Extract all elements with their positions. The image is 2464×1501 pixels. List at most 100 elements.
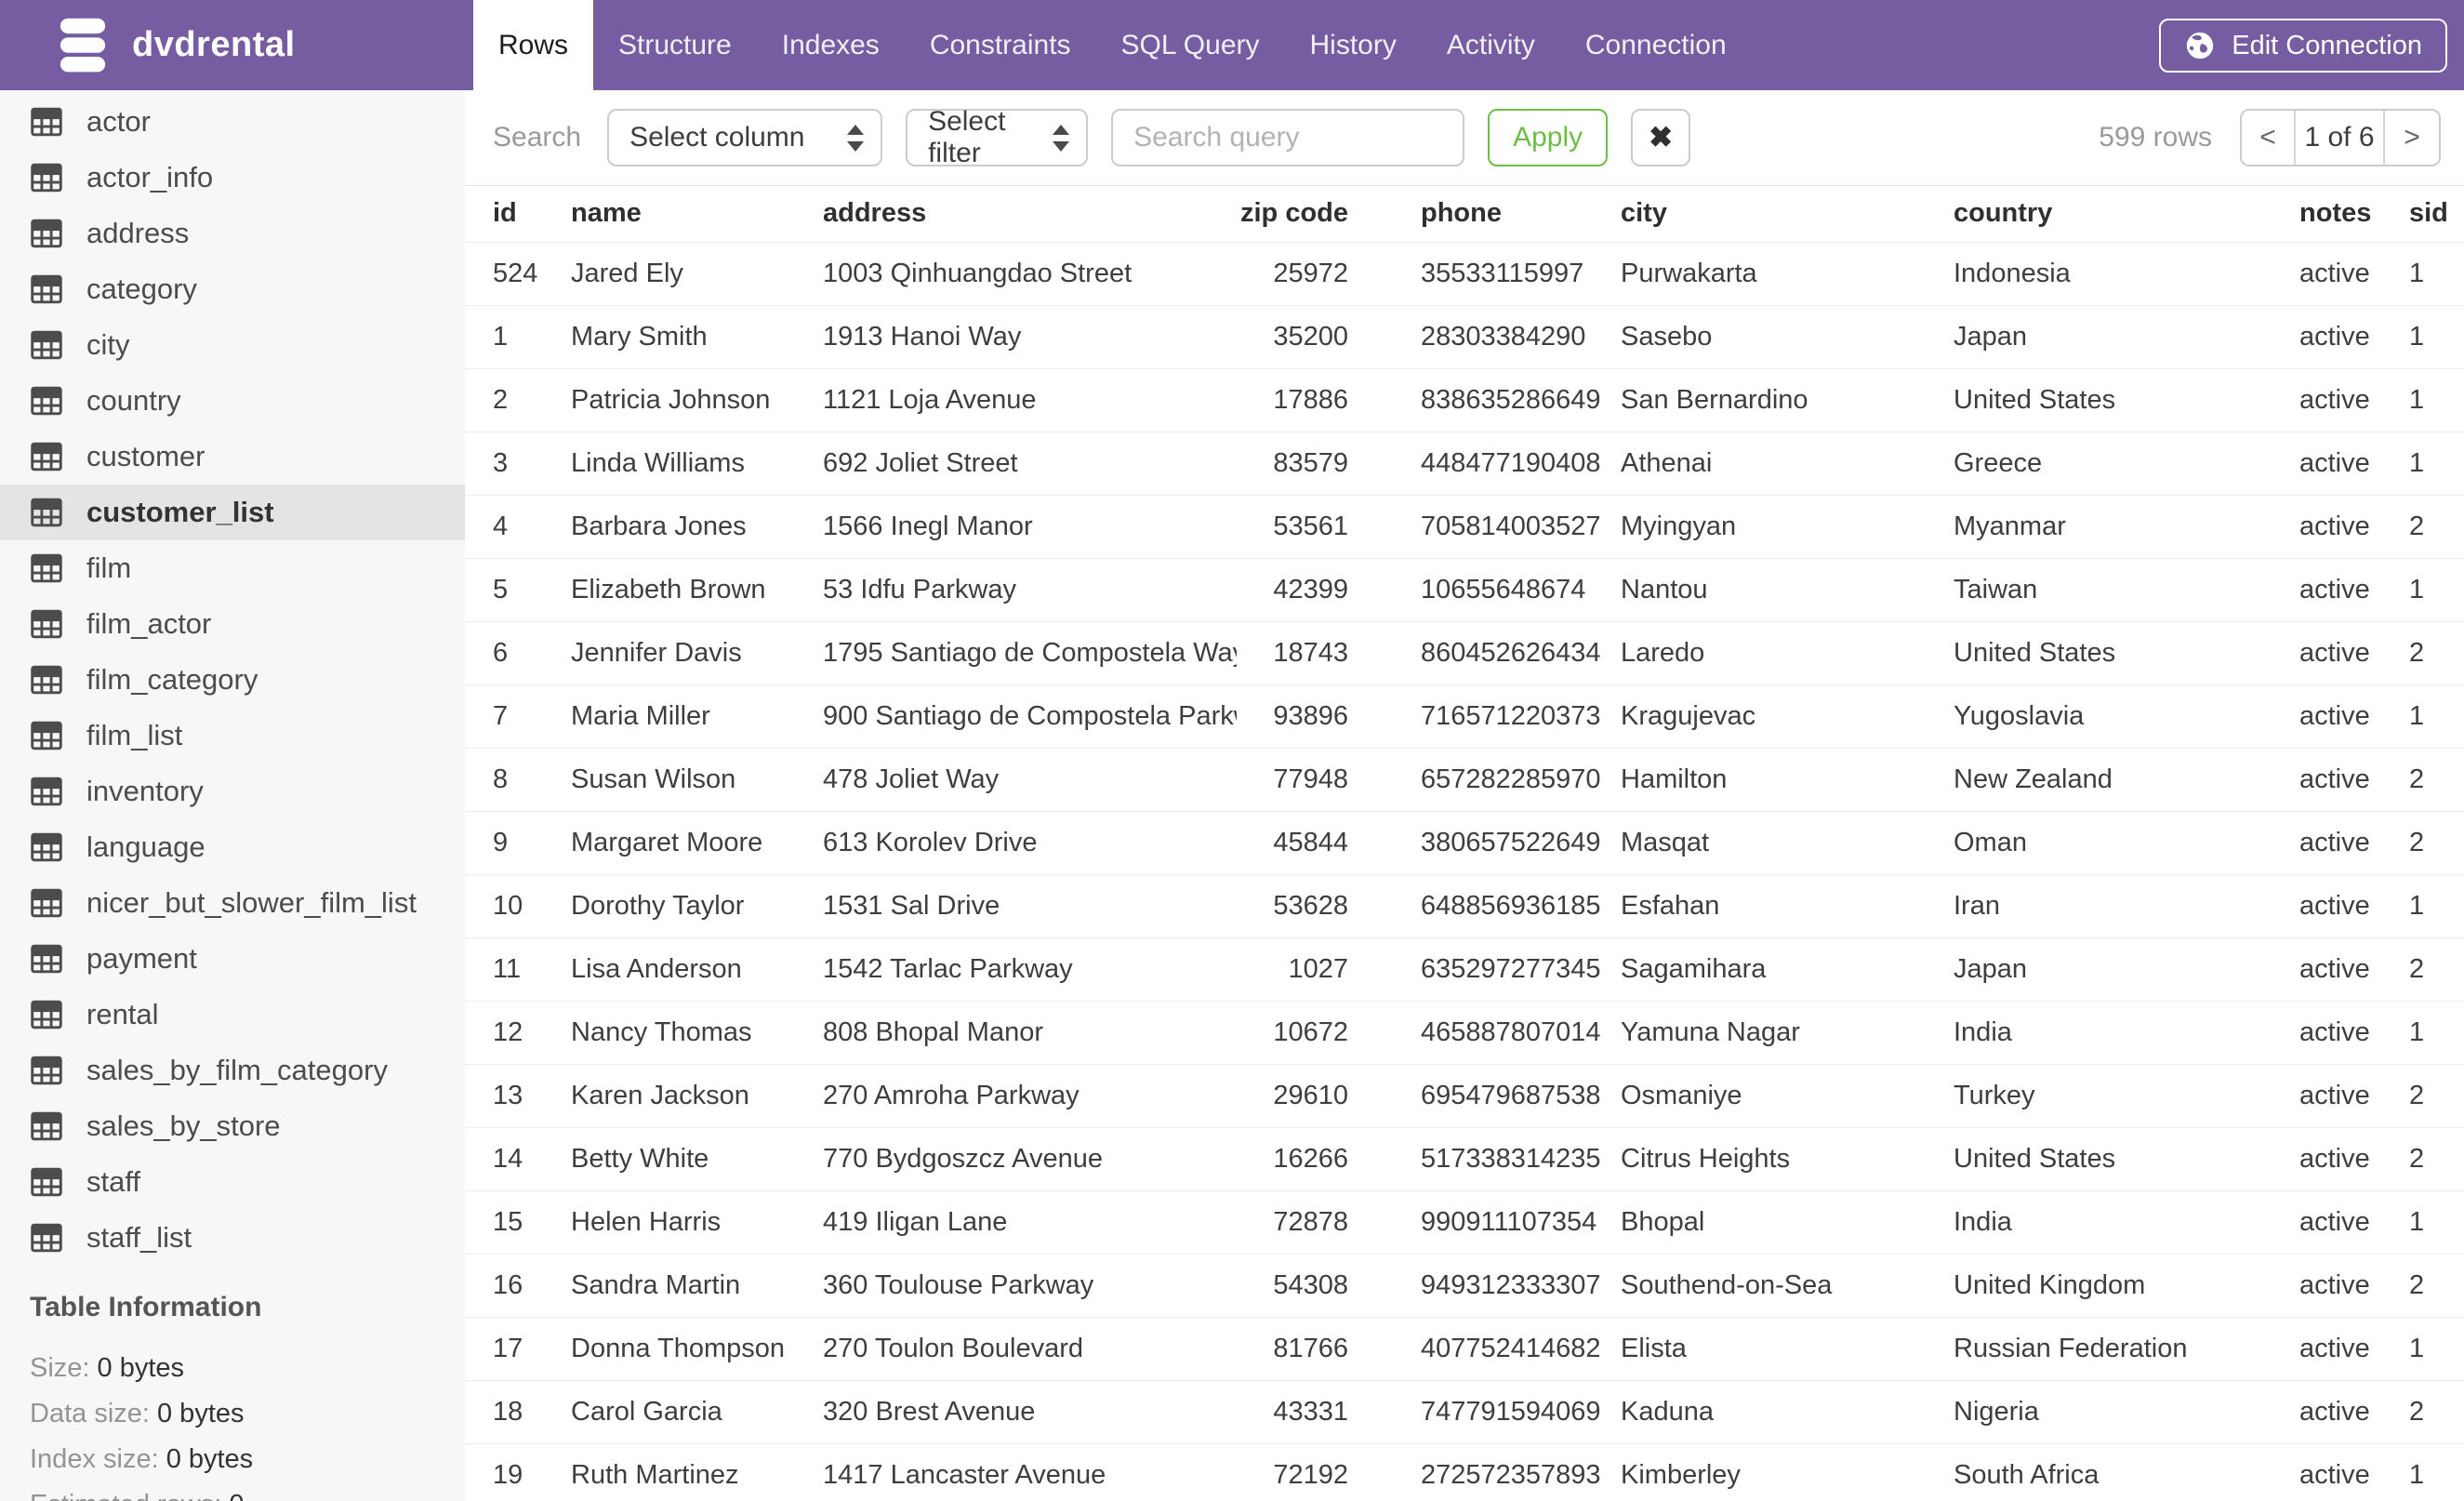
sidebar-item-film-list[interactable]: film_list — [0, 708, 465, 764]
cell-notes: active — [2298, 495, 2408, 559]
cell-name: Helen Harris — [570, 1190, 822, 1255]
sidebar-item-actor-info[interactable]: actor_info — [0, 150, 465, 206]
column-header-sid[interactable]: sid — [2408, 186, 2464, 243]
tab-sql-query[interactable]: SQL Query — [1096, 0, 1285, 90]
table-row[interactable]: 6 Jennifer Davis 1795 Santiago de Composte… — [465, 621, 2464, 685]
cell-zip-code: 72878 — [1237, 1190, 1420, 1255]
sidebar-item-nicer-but-slower-film-list[interactable]: nicer_but_slower_film_list — [0, 875, 465, 931]
table-icon — [31, 330, 62, 360]
table-row[interactable]: 13 Karen Jackson 270 Amroha Parkway 29610 69… — [465, 1064, 2464, 1128]
cell-phone: 407752414682 — [1420, 1317, 1620, 1381]
cell-city: Purwakarta — [1620, 242, 1953, 306]
table-row[interactable]: 14 Betty White 770 Bydgoszcz Avenue 16266 51… — [465, 1127, 2464, 1191]
sidebar-item-sales-by-store[interactable]: sales_by_store — [0, 1098, 465, 1154]
tab-rows[interactable]: Rows — [473, 0, 594, 90]
tab-history[interactable]: History — [1285, 0, 1422, 90]
column-header-country[interactable]: country — [1953, 186, 2298, 243]
cell-country: Nigeria — [1953, 1380, 2298, 1444]
cell-sid: 2 — [2408, 748, 2464, 812]
table-icon — [31, 219, 62, 248]
edit-connection-button[interactable]: Edit Connection — [2159, 19, 2447, 73]
cell-phone: 28303384290 — [1420, 305, 1620, 369]
sidebar-item-staff-list[interactable]: staff_list — [0, 1210, 465, 1266]
cell-address: 360 Toulouse Parkway — [822, 1254, 1237, 1318]
sidebar-item-country[interactable]: country — [0, 373, 465, 429]
cell-zip-code: 35200 — [1237, 305, 1420, 369]
cell-zip-code: 81766 — [1237, 1317, 1420, 1381]
table-row[interactable]: 7 Maria Miller 900 Santiago de Compostela … — [465, 684, 2464, 749]
cell-notes: active — [2298, 937, 2408, 1002]
cell-address: 900 Santiago de Compostela Parkway — [822, 684, 1237, 749]
cell-zip-code: 16266 — [1237, 1127, 1420, 1191]
cell-sid: 2 — [2408, 495, 2464, 559]
clear-filter-button[interactable]: ✖ — [1631, 109, 1691, 166]
column-select[interactable]: Select column — [607, 109, 883, 166]
table-row[interactable]: 4 Barbara Jones 1566 Inegl Manor 53561 70581… — [465, 495, 2464, 559]
database-name: dvdrental — [132, 25, 296, 64]
table-row[interactable]: 17 Donna Thompson 270 Toulon Boulevard 8176… — [465, 1317, 2464, 1381]
content-area: Search Select column Select filter Apply… — [465, 90, 2464, 1501]
tab-activity[interactable]: Activity — [1422, 0, 1560, 90]
table-row[interactable]: 8 Susan Wilson 478 Joliet Way 77948 65728228… — [465, 748, 2464, 812]
table-row[interactable]: 9 Margaret Moore 613 Korolev Drive 45844 380… — [465, 811, 2464, 875]
cell-zip-code: 83579 — [1237, 432, 1420, 496]
cell-phone: 272572357893 — [1420, 1443, 1620, 1501]
apply-button[interactable]: Apply — [1488, 109, 1609, 166]
table-row[interactable]: 12 Nancy Thomas 808 Bhopal Manor 10672 46588… — [465, 1001, 2464, 1065]
table-row[interactable]: 16 Sandra Martin 360 Toulouse Parkway 54308… — [465, 1254, 2464, 1318]
table-row[interactable]: 11 Lisa Anderson 1542 Tarlac Parkway 1027 63… — [465, 937, 2464, 1002]
cell-zip-code: 18743 — [1237, 621, 1420, 685]
table-row[interactable]: 18 Carol Garcia 320 Brest Avenue 43331 74779… — [465, 1380, 2464, 1444]
cell-city: Yamuna Nagar — [1620, 1001, 1953, 1065]
sidebar-item-category[interactable]: category — [0, 261, 465, 317]
sidebar-item-address[interactable]: address — [0, 206, 465, 261]
column-header-address[interactable]: address — [822, 186, 1237, 243]
column-header-phone[interactable]: phone — [1420, 186, 1620, 243]
sidebar-item-film-category[interactable]: film_category — [0, 652, 465, 708]
sidebar-item-label: city — [86, 328, 130, 361]
table-row[interactable]: 5 Elizabeth Brown 53 Idfu Parkway 42399 1065… — [465, 558, 2464, 622]
sidebar-item-customer-list[interactable]: customer_list — [0, 485, 465, 540]
prev-page-button[interactable]: < — [2242, 111, 2296, 165]
cell-notes: active — [2298, 748, 2408, 812]
sidebar-item-payment[interactable]: payment — [0, 931, 465, 987]
cell-address: 320 Brest Avenue — [822, 1380, 1237, 1444]
column-header-notes[interactable]: notes — [2298, 186, 2408, 243]
table-row[interactable]: 15 Helen Harris 419 Iligan Lane 72878 990911… — [465, 1190, 2464, 1255]
table-row[interactable]: 2 Patricia Johnson 1121 Loja Avenue 17886 83… — [465, 368, 2464, 432]
cell-sid: 1 — [2408, 242, 2464, 306]
cell-city: Sasebo — [1620, 305, 1953, 369]
column-header-id[interactable]: id — [465, 186, 570, 243]
cell-id: 6 — [465, 621, 570, 685]
column-header-zip-code[interactable]: zip code — [1237, 186, 1420, 243]
sidebar-item-label: rental — [86, 998, 159, 1030]
sidebar-item-actor[interactable]: actor — [0, 94, 465, 150]
sidebar-item-customer[interactable]: customer — [0, 429, 465, 485]
column-header-city[interactable]: city — [1620, 186, 1953, 243]
column-header-name[interactable]: name — [570, 186, 822, 243]
table-row[interactable]: 524 Jared Ely 1003 Qinhuangdao Street 25972… — [465, 242, 2464, 306]
tab-connection[interactable]: Connection — [1560, 0, 1752, 90]
search-query-input[interactable] — [1111, 109, 1465, 166]
sidebar-item-city[interactable]: city — [0, 317, 465, 373]
sidebar-item-language[interactable]: language — [0, 819, 465, 875]
next-page-button[interactable]: > — [2385, 111, 2439, 165]
sidebar-item-staff[interactable]: staff — [0, 1154, 465, 1210]
tab-constraints[interactable]: Constraints — [905, 0, 1096, 90]
sidebar-item-rental[interactable]: rental — [0, 987, 465, 1043]
cell-address: 270 Toulon Boulevard — [822, 1317, 1237, 1381]
tab-indexes[interactable]: Indexes — [757, 0, 905, 90]
tab-structure[interactable]: Structure — [593, 0, 757, 90]
filter-select[interactable]: Select filter — [906, 106, 1089, 168]
sidebar-item-inventory[interactable]: inventory — [0, 764, 465, 819]
cell-city: Southend-on-Sea — [1620, 1254, 1953, 1318]
sidebar-item-film-actor[interactable]: film_actor — [0, 596, 465, 652]
cell-address: 53 Idfu Parkway — [822, 558, 1237, 622]
cell-zip-code: 53628 — [1237, 874, 1420, 938]
table-row[interactable]: 3 Linda Williams 692 Joliet Street 83579 448… — [465, 432, 2464, 496]
sidebar-item-sales-by-film-category[interactable]: sales_by_film_category — [0, 1043, 465, 1098]
sidebar-item-film[interactable]: film — [0, 540, 465, 596]
table-row[interactable]: 19 Ruth Martinez 1417 Lancaster Avenue 7219… — [465, 1443, 2464, 1501]
table-row[interactable]: 1 Mary Smith 1913 Hanoi Way 35200 2830338429… — [465, 305, 2464, 369]
table-row[interactable]: 10 Dorothy Taylor 1531 Sal Drive 53628 64885… — [465, 874, 2464, 938]
